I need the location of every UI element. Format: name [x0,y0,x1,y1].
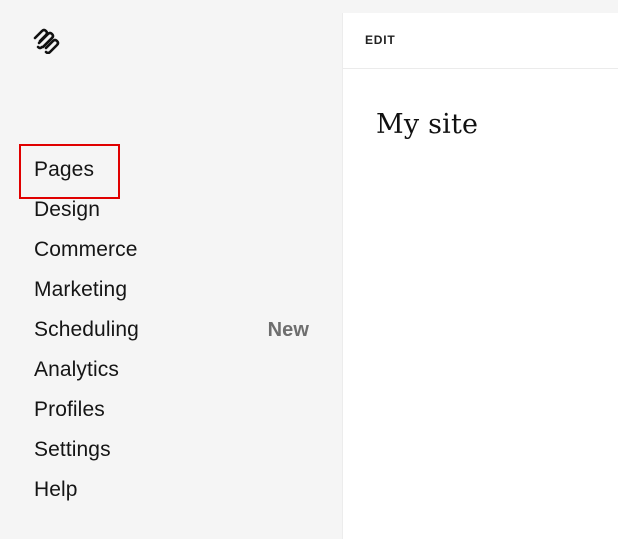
site-title: My site [376,109,479,140]
sidebar-item-design[interactable]: Design [34,190,324,230]
sidebar-item-profiles[interactable]: Profiles [34,390,324,430]
squarespace-logo-icon[interactable] [32,28,62,54]
app-window: Pages Design Commerce Marketing Scheduli… [0,0,618,539]
sidebar-item-settings[interactable]: Settings [34,430,324,470]
sidebar-nav: Pages Design Commerce Marketing Scheduli… [34,150,324,510]
sidebar-item-scheduling[interactable]: Scheduling New [34,310,324,350]
new-badge: New [267,319,309,341]
sidebar-item-analytics[interactable]: Analytics [34,350,324,390]
sidebar: Pages Design Commerce Marketing Scheduli… [0,0,342,539]
sidebar-item-commerce[interactable]: Commerce [34,230,324,270]
sidebar-item-label: Pages [34,158,95,181]
sidebar-item-label: Settings [34,438,111,461]
sidebar-item-marketing[interactable]: Marketing [34,270,324,310]
sidebar-item-label: Design [34,198,100,221]
edit-button[interactable]: EDIT [365,33,396,47]
preview-header: EDIT [343,13,618,69]
site-preview: EDIT My site [342,13,618,539]
sidebar-item-label: Analytics [34,358,119,381]
sidebar-item-label: Marketing [34,278,128,301]
sidebar-item-help[interactable]: Help [34,470,324,510]
sidebar-item-label: Scheduling [34,318,139,341]
sidebar-item-pages[interactable]: Pages [34,150,324,190]
sidebar-item-label: Commerce [34,238,138,261]
sidebar-item-label: Help [34,478,78,501]
sidebar-item-label: Profiles [34,398,105,421]
